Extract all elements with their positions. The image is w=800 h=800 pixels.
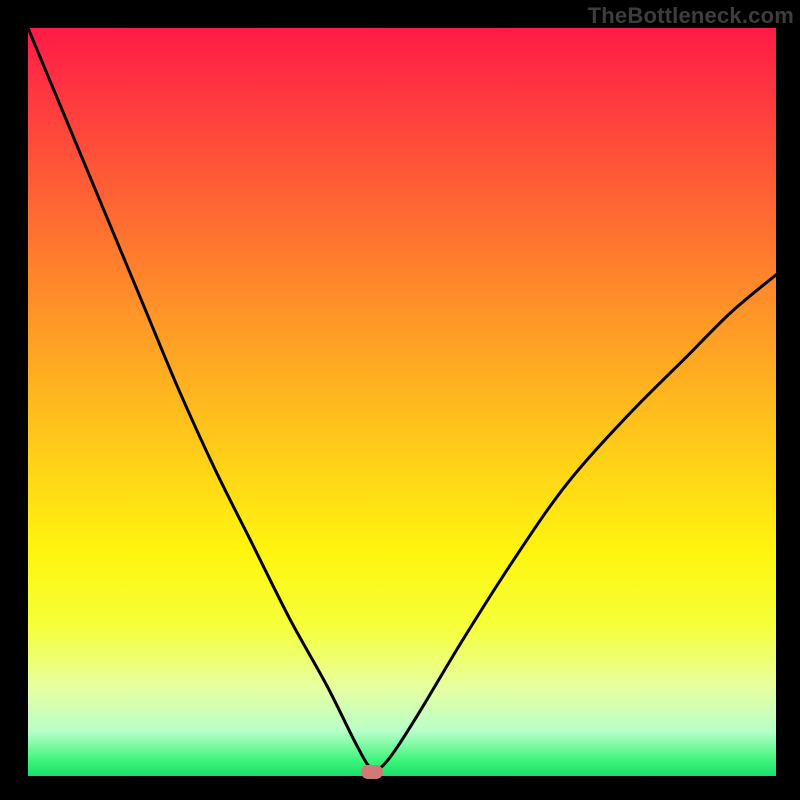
min-point-marker [361,765,383,779]
chart-frame: TheBottleneck.com [0,0,800,800]
plot-area [28,28,776,776]
watermark-text: TheBottleneck.com [588,3,794,29]
bottleneck-curve [28,28,776,776]
